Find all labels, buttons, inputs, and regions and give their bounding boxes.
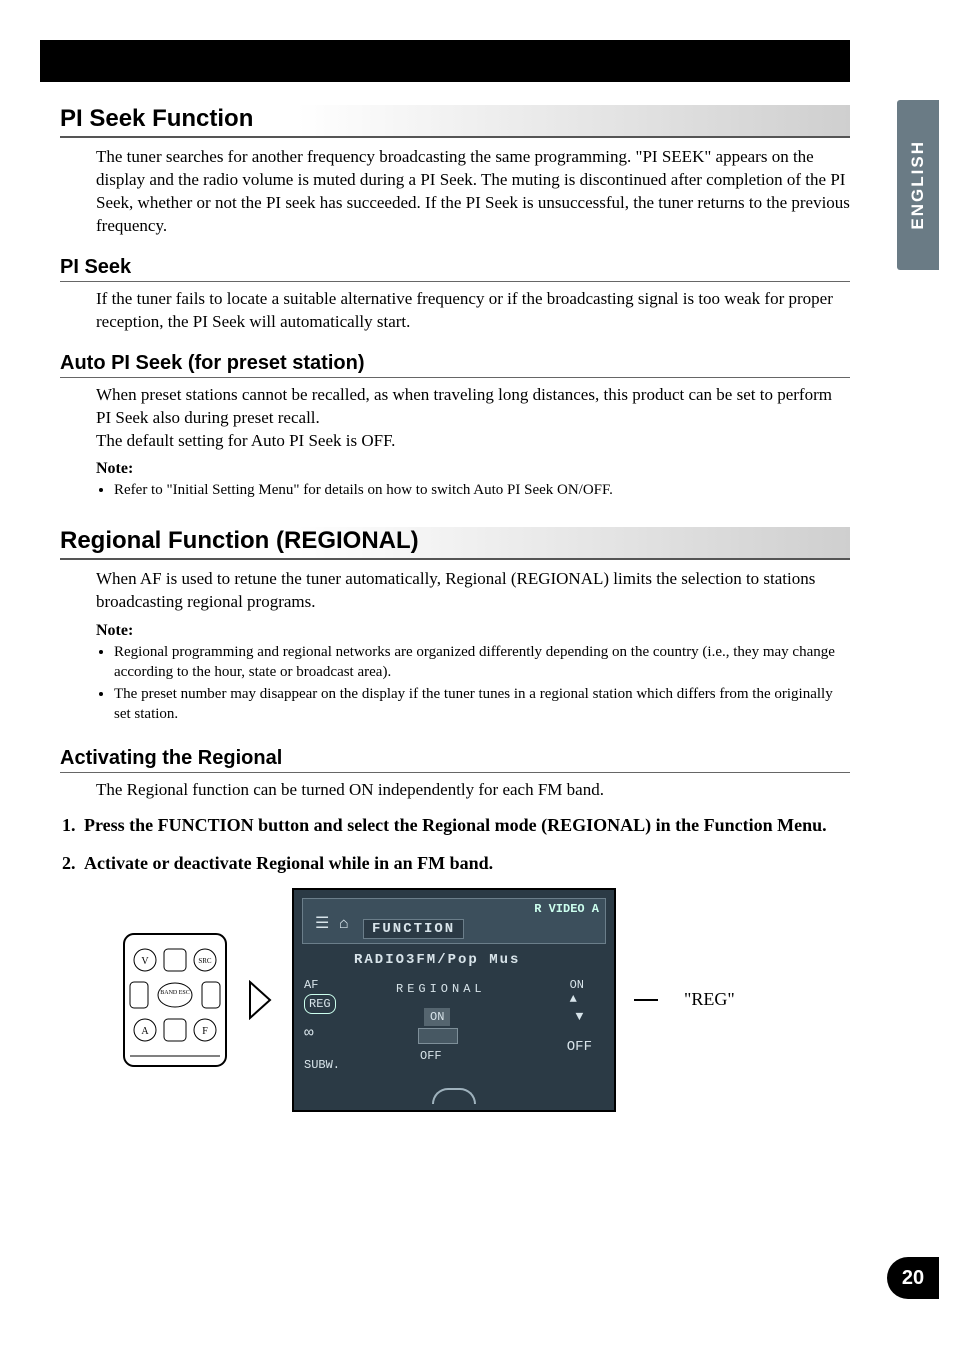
- display-panel: ☰ ⌂ R VIDEO A FUNCTION RADIO3FM/Pop Mus …: [292, 888, 616, 1112]
- figure-row: V SRC BAND ESC A F ☰ ⌂ R VIDEO A: [120, 888, 850, 1112]
- reg-callout: "REG": [684, 989, 735, 1010]
- heading-regional-function: Regional Function (REGIONAL): [60, 527, 850, 560]
- svg-text:A: A: [141, 1026, 149, 1037]
- dial-on: ON: [424, 1008, 450, 1026]
- steps-list: Press the FUNCTION button and select the…: [80, 812, 850, 876]
- reg-label: REG: [304, 994, 336, 1014]
- notes-regional: Regional programming and regional networ…: [114, 642, 850, 725]
- header-bar: [40, 40, 850, 82]
- display-video-label: R VIDEO A: [534, 902, 599, 916]
- dial-slot: [418, 1028, 458, 1044]
- callout-line: [634, 999, 658, 1001]
- triangle-down-icon: ▼: [567, 1010, 592, 1023]
- af-label: AF: [304, 976, 340, 994]
- display-function-label: FUNCTION: [363, 919, 464, 939]
- language-tab: ENGLISH: [897, 100, 939, 270]
- step-item: Activate or deactivate Regional while in…: [80, 850, 850, 876]
- heading-activating-regional: Activating the Regional: [60, 747, 850, 773]
- body-pi-seek-function: The tuner searches for another frequency…: [96, 146, 850, 238]
- heading-pi-seek-function: PI Seek Function: [60, 105, 850, 138]
- heading-pi-seek: PI Seek: [60, 256, 850, 282]
- display-bottom-arc-icon: [432, 1088, 476, 1104]
- note-item: The preset number may disappear on the d…: [114, 684, 850, 725]
- note-item: Refer to "Initial Setting Menu" for deta…: [114, 480, 850, 500]
- display-header: ☰ ⌂ R VIDEO A FUNCTION: [302, 898, 606, 944]
- body-auto-pi-seek: When preset stations cannot be recalled,…: [96, 384, 850, 453]
- body-pi-seek: If the tuner fails to locate a suitable …: [96, 288, 850, 334]
- loop-icon: ∞: [304, 1024, 340, 1042]
- svg-text:F: F: [202, 1026, 208, 1037]
- right-off-label: OFF: [567, 1039, 592, 1055]
- notes-auto-pi: Refer to "Initial Setting Menu" for deta…: [114, 480, 850, 500]
- arrow-right-icon: [248, 980, 274, 1020]
- step-item: Press the FUNCTION button and select the…: [80, 812, 850, 838]
- language-tab-label: ENGLISH: [908, 140, 928, 230]
- subw-label: SUBW.: [304, 1056, 340, 1074]
- remote-illustration: V SRC BAND ESC A F: [120, 930, 230, 1070]
- display-left-labels: AF REG ∞ SUBW.: [304, 976, 340, 1074]
- display-dial: ON OFF: [414, 1008, 464, 1063]
- content: PI Seek Function The tuner searches for …: [60, 105, 850, 1112]
- note-label-auto-pi: Note:: [96, 460, 850, 478]
- heading-auto-pi-seek: Auto PI Seek (for preset station): [60, 352, 850, 378]
- svg-text:SRC: SRC: [198, 957, 212, 965]
- display-regional-text: REGIONAL: [396, 982, 486, 996]
- page-number: 20: [887, 1257, 939, 1299]
- display-on-indicator: ON ▲: [570, 978, 584, 1006]
- body-regional-function: When AF is used to retune the tuner auto…: [96, 568, 850, 614]
- dial-off: OFF: [420, 1049, 442, 1063]
- display-right-indicator: ▼ OFF: [567, 1010, 592, 1055]
- svg-text:V: V: [141, 956, 149, 967]
- body-activating-regional: The Regional function can be turned ON i…: [96, 779, 850, 802]
- svg-text:BAND ESC: BAND ESC: [160, 990, 190, 996]
- note-label-regional: Note:: [96, 622, 850, 640]
- display-station-line: RADIO3FM/Pop Mus: [354, 952, 520, 968]
- display-icons: ☰ ⌂: [315, 913, 349, 933]
- triangle-up-icon: ▲: [570, 992, 577, 1006]
- note-item: Regional programming and regional networ…: [114, 642, 850, 683]
